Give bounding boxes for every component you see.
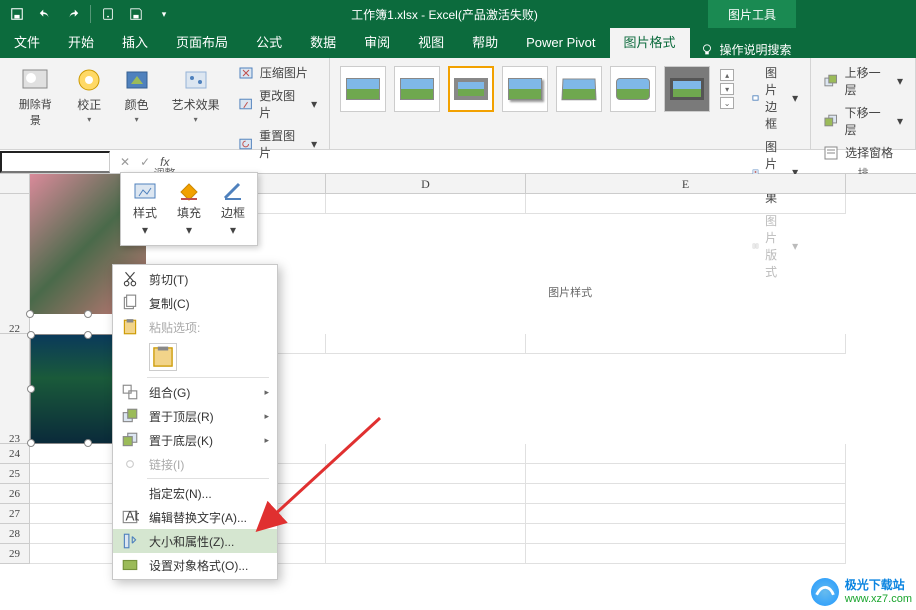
ribbon-group-picture-styles: ▴ ▾ ⌄ 图片边框 ▾ 图片效果 ▾ 图片版式 ▾ 图片样式 <box>330 58 811 149</box>
ribbon-tabs: 文件 开始 插入 页面布局 公式 数据 审阅 视图 帮助 Power Pivot… <box>0 28 916 58</box>
ctx-copy[interactable]: 复制(C) <box>113 291 277 315</box>
ribbon: 删除背景 校正 ▾ 颜色 ▾ 艺术效果 ▾ 压缩图片 更改图片 ▾ 重置图片 ▾… <box>0 58 916 150</box>
col-header-d[interactable]: D <box>326 174 526 193</box>
style-item-3[interactable] <box>448 66 494 112</box>
bring-forward-button[interactable]: 上移一层 ▾ <box>819 62 907 100</box>
compress-pictures-button[interactable]: 压缩图片 <box>234 62 321 83</box>
save-button[interactable] <box>125 3 147 25</box>
redo-button[interactable] <box>62 3 84 25</box>
ribbon-group-adjust: 删除背景 校正 ▾ 颜色 ▾ 艺术效果 ▾ 压缩图片 更改图片 ▾ 重置图片 ▾… <box>0 58 330 149</box>
mini-style-button[interactable]: 样式▾ <box>125 177 165 241</box>
tab-insert[interactable]: 插入 <box>108 28 162 58</box>
gallery-more[interactable]: ⌄ <box>720 97 734 109</box>
separator <box>90 5 91 23</box>
row-header[interactable]: 28 <box>0 524 30 544</box>
row-header[interactable]: 25 <box>0 464 30 484</box>
tab-formulas[interactable]: 公式 <box>242 28 296 58</box>
tab-help[interactable]: 帮助 <box>458 28 512 58</box>
gallery-up[interactable]: ▴ <box>720 69 734 81</box>
row-header[interactable]: 26 <box>0 484 30 504</box>
ctx-paste-options <box>113 339 277 375</box>
style-item-7[interactable] <box>664 66 710 112</box>
tab-home[interactable]: 开始 <box>54 28 108 58</box>
quick-access-toolbar: ▾ <box>0 3 181 25</box>
style-item-4[interactable] <box>502 66 548 112</box>
tab-file[interactable]: 文件 <box>0 28 54 58</box>
tab-picture-format[interactable]: 图片格式 <box>610 28 690 58</box>
ribbon-group-arrange: 上移一层 ▾ 下移一层 ▾ 选择窗格 排 <box>811 58 916 149</box>
lightbulb-icon <box>700 43 714 57</box>
selection-pane-button[interactable]: 选择窗格 <box>819 142 907 163</box>
ctx-assign-macro[interactable]: 指定宏(N)... <box>113 481 277 505</box>
color-button[interactable]: 颜色 ▾ <box>116 62 157 129</box>
ctx-paste-options-label: 粘贴选项: <box>113 315 277 339</box>
ctx-cut[interactable]: 剪切(T) <box>113 267 277 291</box>
svg-text:Ab: Ab <box>126 508 140 523</box>
contextual-tab-label: 图片工具 <box>708 0 796 28</box>
remove-background-button[interactable]: 删除背景 <box>8 62 63 132</box>
row-header[interactable]: 24 <box>0 444 30 464</box>
select-all-button[interactable] <box>0 174 30 193</box>
row-header[interactable]: 23 <box>0 334 30 444</box>
qat-dropdown[interactable]: ▾ <box>153 3 175 25</box>
tab-page-layout[interactable]: 页面布局 <box>162 28 242 58</box>
paste-option-1[interactable] <box>149 343 177 371</box>
title-bar: ▾ 工作簿1.xlsx - Excel(产品激活失败) 图片工具 <box>0 0 916 28</box>
ctx-alt-text[interactable]: Ab编辑替换文字(A)... <box>113 505 277 529</box>
mini-fill-button[interactable]: 填充▾ <box>169 177 209 241</box>
ctx-size-properties[interactable]: 大小和属性(Z)... <box>113 529 277 553</box>
watermark: 极光下载站 www.xz7.com <box>811 578 912 606</box>
artistic-effects-button[interactable]: 艺术效果 ▾ <box>163 62 228 129</box>
ctx-group[interactable]: 组合(G)▸ <box>113 380 277 404</box>
watermark-logo <box>811 578 839 606</box>
mini-toolbar: 样式▾ 填充▾ 边框▾ <box>120 172 258 246</box>
context-menu: 剪切(T) 复制(C) 粘贴选项: 组合(G)▸ 置于顶层(R)▸ 置于底层(K… <box>112 264 278 580</box>
separator <box>147 478 269 479</box>
col-header-e[interactable]: E <box>526 174 846 193</box>
mini-outline-button[interactable]: 边框▾ <box>213 177 253 241</box>
tell-me-label: 操作说明搜索 <box>720 41 792 58</box>
watermark-name: 极光下载站 <box>845 579 912 592</box>
tell-me[interactable]: 操作说明搜索 <box>690 41 802 58</box>
style-item-2[interactable] <box>394 66 440 112</box>
row-header[interactable]: 29 <box>0 544 30 564</box>
tab-data[interactable]: 数据 <box>296 28 350 58</box>
touch-mode-icon[interactable] <box>97 3 119 25</box>
watermark-url: www.xz7.com <box>845 593 912 605</box>
picture-border-button[interactable]: 图片边框 ▾ <box>748 62 802 134</box>
corrections-button[interactable]: 校正 ▾ <box>69 62 110 129</box>
ctx-link: 链接(I) <box>113 452 277 476</box>
undo-button[interactable] <box>34 3 56 25</box>
send-backward-button[interactable]: 下移一层 ▾ <box>819 102 907 140</box>
row-header[interactable]: 27 <box>0 504 30 524</box>
picture-styles-gallery: ▴ ▾ ⌄ <box>338 62 736 116</box>
window-title: 工作簿1.xlsx - Excel(产品激活失败) <box>181 6 708 23</box>
tab-review[interactable]: 审阅 <box>350 28 404 58</box>
tab-power-pivot[interactable]: Power Pivot <box>512 28 609 58</box>
change-picture-button[interactable]: 更改图片 ▾ <box>234 85 321 123</box>
gallery-scroll: ▴ ▾ ⌄ <box>718 66 734 112</box>
ctx-format-object[interactable]: 设置对象格式(O)... <box>113 553 277 577</box>
separator <box>147 377 269 378</box>
reset-picture-button[interactable]: 重置图片 ▾ <box>234 125 321 163</box>
style-item-5[interactable] <box>556 66 602 112</box>
autosave-icon[interactable] <box>6 3 28 25</box>
style-item-1[interactable] <box>340 66 386 112</box>
ctx-bring-front[interactable]: 置于顶层(R)▸ <box>113 404 277 428</box>
ctx-send-back[interactable]: 置于底层(K)▸ <box>113 428 277 452</box>
tab-view[interactable]: 视图 <box>404 28 458 58</box>
gallery-down[interactable]: ▾ <box>720 83 734 95</box>
style-item-6[interactable] <box>610 66 656 112</box>
